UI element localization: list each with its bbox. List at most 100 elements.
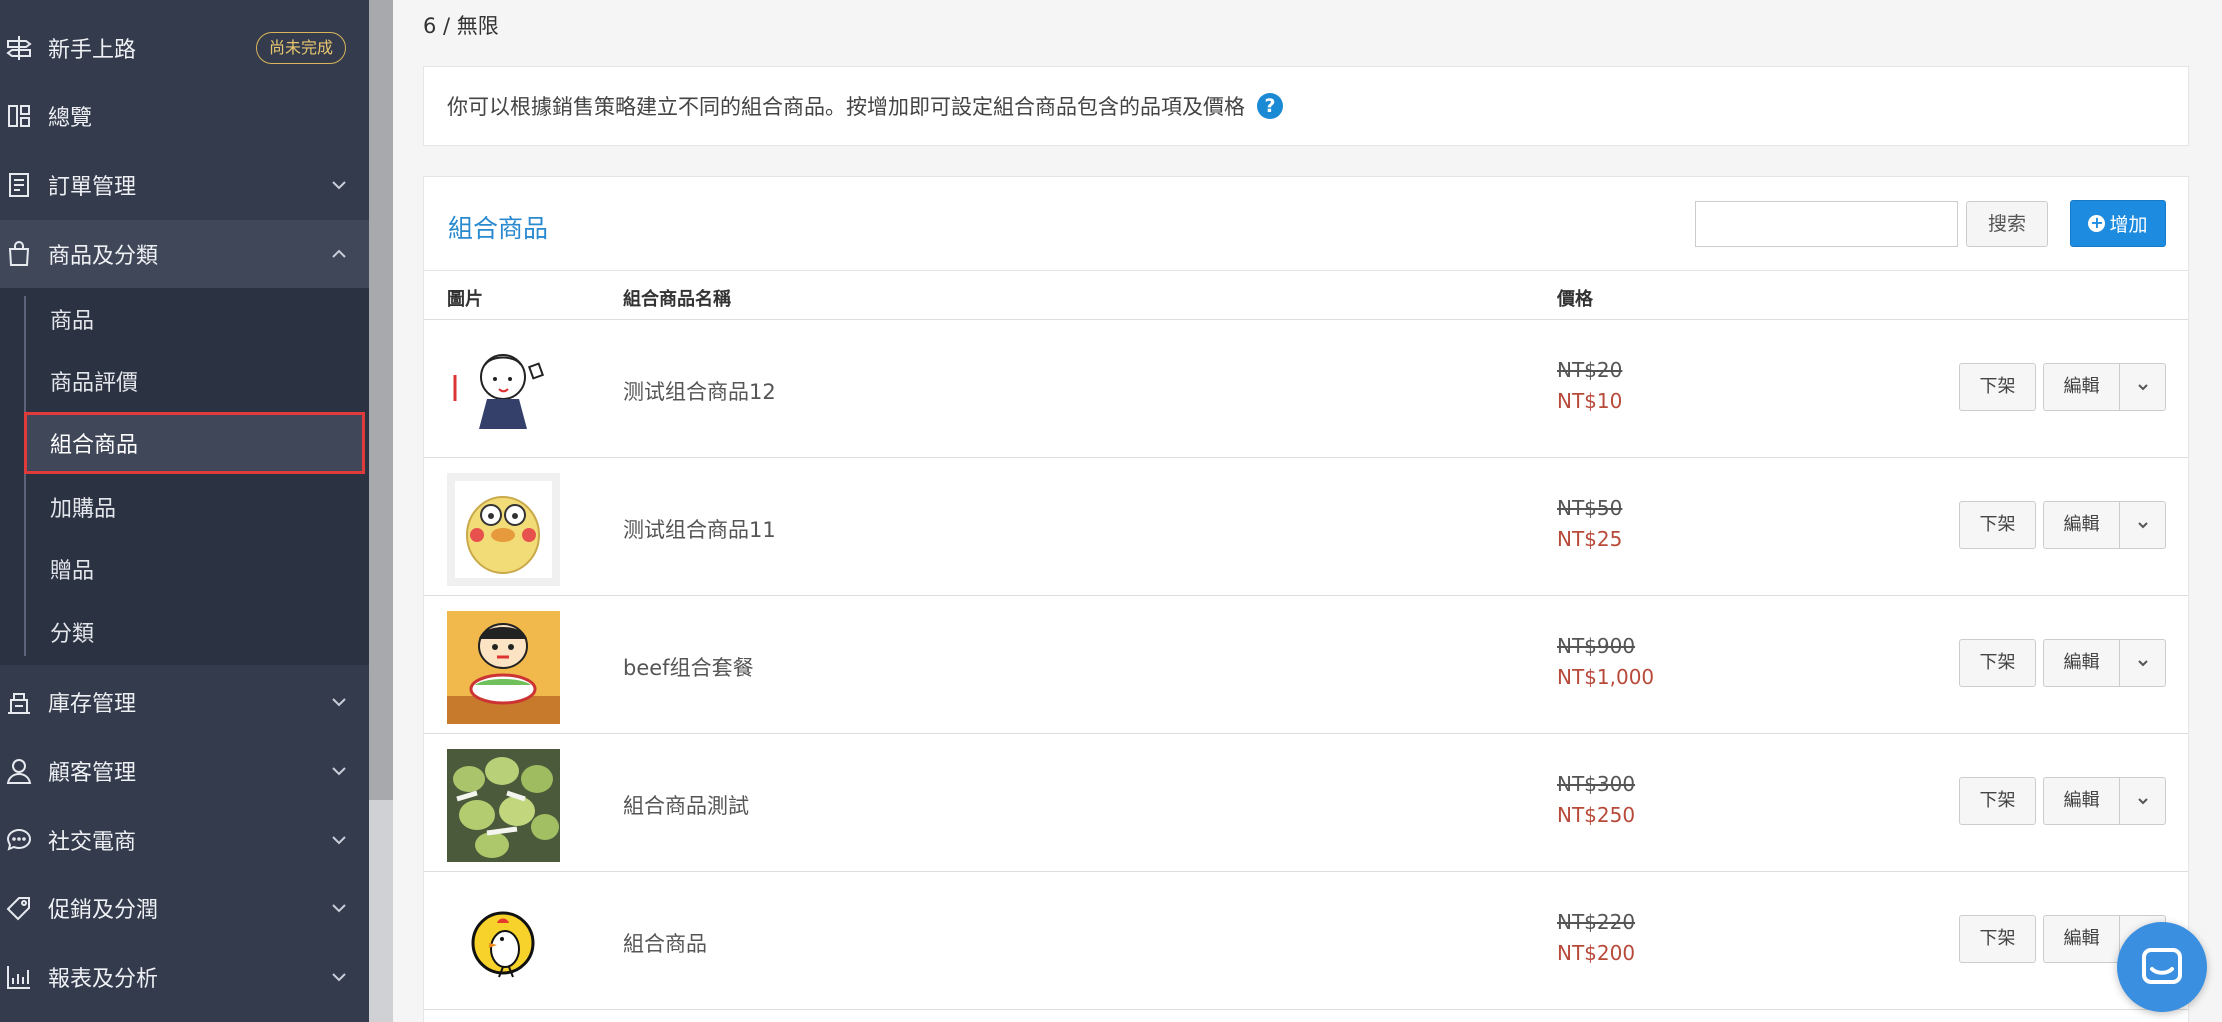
sale-price: NT$10 (1557, 389, 1623, 413)
original-price: NT$50 (1557, 496, 1623, 520)
product-thumbnail (447, 749, 560, 862)
tag-icon (4, 893, 34, 923)
sidebar-item-bundles[interactable]: 組合商品 (24, 412, 365, 474)
chevron-down-icon (2137, 522, 2148, 529)
nav-social[interactable]: 社交電商 (0, 806, 369, 874)
nav-reports[interactable]: 報表及分析 (0, 943, 369, 1011)
nav-overview[interactable]: 總覽 (0, 82, 369, 150)
help-icon[interactable]: ? (1257, 93, 1283, 119)
sidebar-item-label: 組合商品 (50, 433, 139, 458)
bundle-name[interactable]: 测试组合商品12 (623, 376, 776, 406)
chat-icon (2142, 948, 2182, 984)
nav-inventory-label: 庫存管理 (48, 692, 137, 717)
bundles-panel: 組合商品 搜索 + 增加 圖片 組合商品名稱 價格 测试组合商品12 NT$20… (423, 176, 2189, 1022)
original-price: NT$220 (1557, 910, 1636, 934)
sale-price: NT$1,000 (1557, 665, 1655, 689)
search-input[interactable] (1695, 201, 1958, 247)
sidebar-item-addons[interactable]: 加購品 (26, 476, 369, 538)
bundle-name[interactable]: 組合商品測試 (623, 790, 749, 820)
more-dropdown-button[interactable] (2119, 639, 2166, 687)
chevron-down-icon (329, 830, 349, 850)
chevron-down-icon (329, 175, 349, 195)
edit-button[interactable]: 編輯 (2043, 363, 2120, 411)
sale-price: NT$250 (1557, 803, 1636, 827)
unlist-button[interactable]: 下架 (1959, 639, 2036, 687)
product-thumbnail (447, 473, 560, 586)
edit-button[interactable]: 編輯 (2043, 501, 2120, 549)
info-text: 你可以根據銷售策略建立不同的組合商品。按增加即可設定組合商品包含的品項及價格 (447, 95, 1245, 119)
product-thumbnail (447, 887, 560, 1000)
dashboard-icon (4, 101, 34, 131)
edit-button[interactable]: 編輯 (2043, 639, 2120, 687)
nav-overview-label: 總覽 (48, 106, 93, 131)
nav-promotions[interactable]: 促銷及分潤 (0, 874, 369, 942)
products-submenu: 商品 商品評價 組合商品 加購品 贈品 分類 (0, 288, 369, 665)
product-thumbnail (447, 611, 560, 724)
nav-products[interactable]: 商品及分類 (0, 220, 369, 288)
nav-customers[interactable]: 顧客管理 (0, 737, 369, 805)
nav-customers-label: 顧客管理 (48, 761, 137, 786)
edit-button[interactable]: 編輯 (2043, 915, 2120, 963)
bundle-name[interactable]: beef组合套餐 (623, 652, 754, 682)
plus-circle-icon: + (2088, 213, 2106, 232)
sidebar-scrollbar-thumb[interactable] (369, 0, 393, 800)
nav-orders-label: 訂單管理 (48, 175, 137, 200)
nav-onboarding-label: 新手上路 (48, 38, 137, 63)
table-row: 組合商品 NT$220 NT$200 下架 編輯 (424, 872, 2188, 1010)
shopping-bag-icon (4, 239, 34, 269)
unlist-button[interactable]: 下架 (1959, 501, 2036, 549)
add-button[interactable]: + 增加 (2070, 200, 2166, 247)
more-dropdown-button[interactable] (2119, 777, 2166, 825)
chevron-down-icon (2137, 798, 2148, 805)
sidebar-item-reviews[interactable]: 商品評價 (26, 350, 369, 412)
bundle-name[interactable]: 测试组合商品11 (623, 514, 776, 544)
search-button[interactable]: 搜索 (1966, 201, 2048, 247)
column-image: 圖片 (447, 289, 483, 310)
signpost-icon (4, 33, 34, 63)
column-name: 組合商品名稱 (623, 289, 731, 310)
sidebar-item-label: 分類 (50, 622, 95, 647)
more-dropdown-button[interactable] (2119, 363, 2166, 411)
nav-promotions-label: 促銷及分潤 (48, 898, 159, 923)
chevron-down-icon (329, 967, 349, 987)
original-price: NT$20 (1557, 358, 1623, 382)
warehouse-icon (4, 687, 34, 717)
sidebar-item-label: 商品評價 (50, 371, 139, 396)
original-price: NT$900 (1557, 634, 1636, 658)
info-box: 你可以根據銷售策略建立不同的組合商品。按增加即可設定組合商品包含的品項及價格 ? (423, 66, 2189, 146)
nav-reports-label: 報表及分析 (48, 967, 159, 992)
product-thumbnail (447, 335, 560, 448)
unlist-button[interactable]: 下架 (1959, 915, 2036, 963)
table-row: beef组合套餐 NT$900 NT$1,000 下架 編輯 (424, 596, 2188, 734)
status-badge: 尚未完成 (256, 32, 347, 64)
chevron-up-icon (329, 244, 349, 264)
unlist-button[interactable]: 下架 (1959, 777, 2036, 825)
edit-button[interactable]: 編輯 (2043, 777, 2120, 825)
receipt-icon (4, 170, 34, 200)
bar-chart-icon (4, 962, 34, 992)
chat-bubble-icon (4, 825, 34, 855)
sidebar-item-label: 商品 (50, 309, 95, 334)
bundle-name[interactable]: 組合商品 (623, 928, 707, 958)
original-price: NT$300 (1557, 772, 1636, 796)
sidebar-item-gifts[interactable]: 贈品 (26, 538, 369, 600)
more-dropdown-button[interactable] (2119, 501, 2166, 549)
sidebar-item-categories[interactable]: 分類 (26, 601, 369, 663)
chevron-down-icon (2137, 384, 2148, 391)
chevron-down-icon (329, 898, 349, 918)
nav-inventory[interactable]: 庫存管理 (0, 668, 369, 736)
table-row: 测试组合商品12 NT$20 NT$10 下架 編輯 (424, 320, 2188, 458)
sale-price: NT$200 (1557, 941, 1636, 965)
live-chat-button[interactable] (2117, 922, 2207, 1012)
chevron-down-icon (329, 692, 349, 712)
sidebar: 新手上路 尚未完成 總覽 訂單管理 商品及分類 商品 商品評價 組合商品 加購品… (0, 0, 369, 1022)
nav-orders[interactable]: 訂單管理 (0, 151, 369, 219)
nav-onboarding[interactable]: 新手上路 尚未完成 (0, 14, 369, 82)
panel-title: 組合商品 (448, 214, 549, 243)
bundle-count-limit: 6 / 無限 (423, 14, 499, 38)
sidebar-item-label: 贈品 (50, 559, 95, 584)
add-button-label: 增加 (2109, 214, 2148, 236)
sidebar-item-products[interactable]: 商品 (26, 288, 369, 350)
unlist-button[interactable]: 下架 (1959, 363, 2036, 411)
sale-price: NT$25 (1557, 527, 1623, 551)
